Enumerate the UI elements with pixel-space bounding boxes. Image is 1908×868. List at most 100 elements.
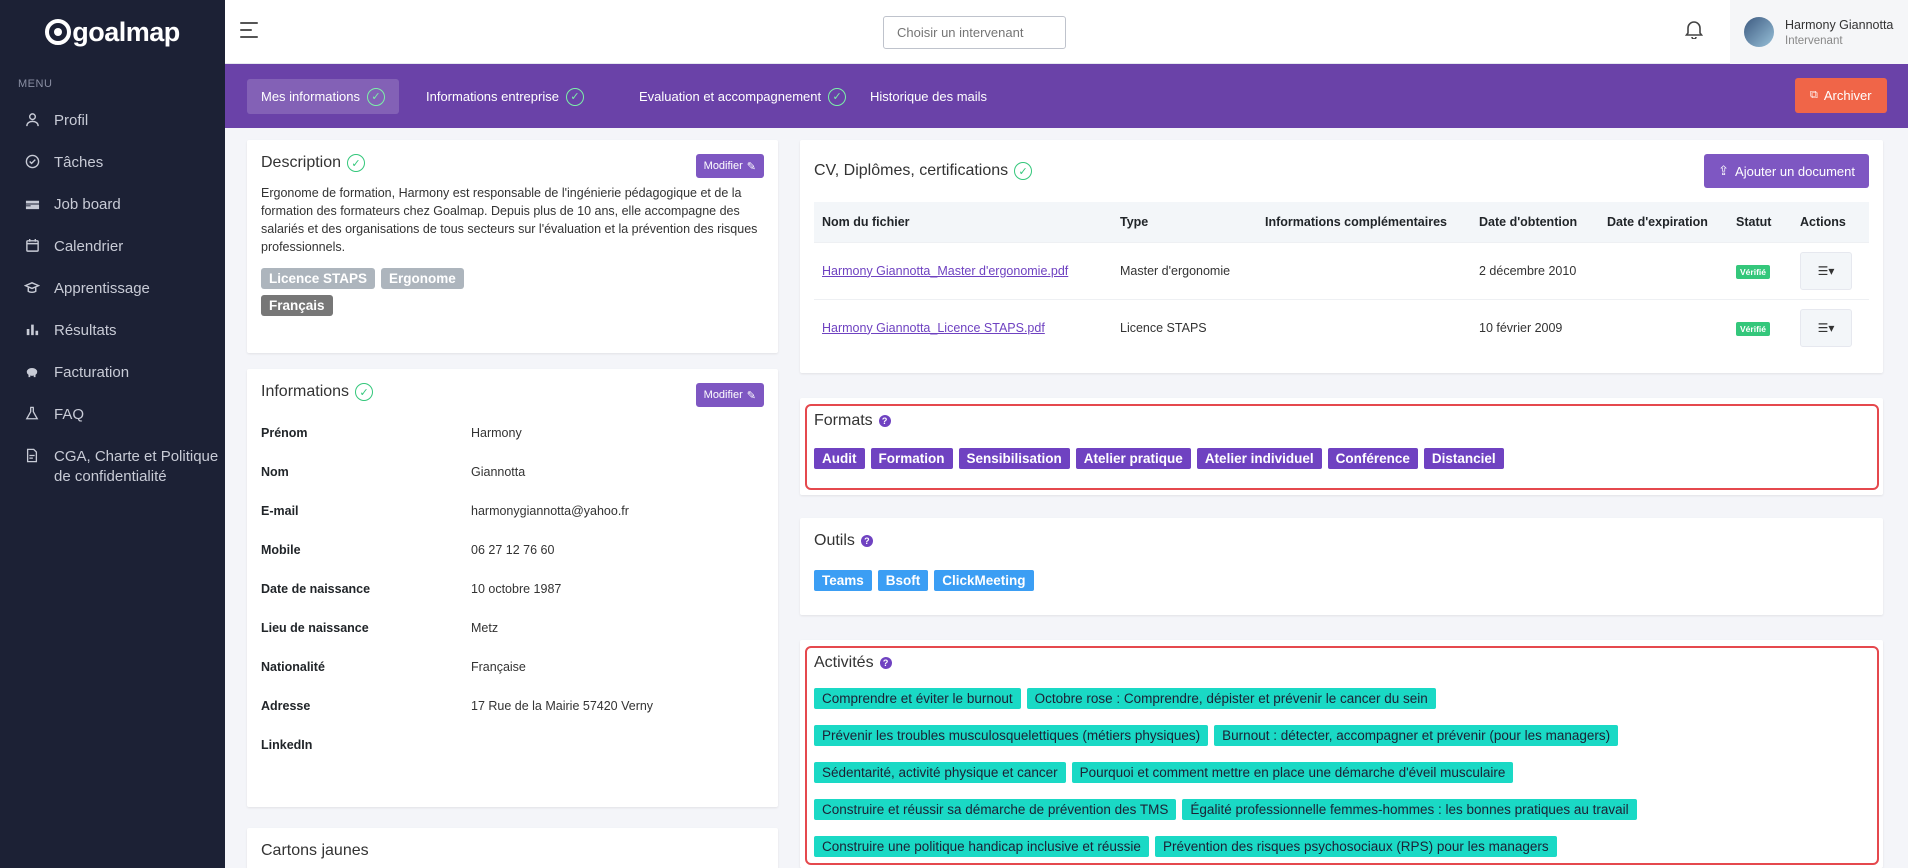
tab-label: Historique des mails bbox=[870, 89, 988, 104]
sidebar-item-label: Job board bbox=[54, 196, 121, 213]
briefcase-icon bbox=[22, 195, 42, 211]
sidebar-item-label: FAQ bbox=[54, 406, 85, 423]
info-value: Metz bbox=[471, 620, 499, 635]
document-type: Licence STAPS bbox=[1112, 298, 1257, 356]
add-document-label: Ajouter un document bbox=[1735, 163, 1855, 179]
help-icon[interactable]: ? bbox=[879, 657, 892, 669]
sidebar-item-profil[interactable]: Profil bbox=[0, 100, 225, 142]
bell-icon[interactable] bbox=[1684, 19, 1704, 45]
card-title-text: CV, Diplômes, certifications bbox=[814, 162, 1009, 179]
sidebar-item-faq[interactable]: FAQ bbox=[0, 394, 225, 436]
info-label: Nom bbox=[261, 464, 289, 479]
sidebar-item-cga[interactable]: CGA, Charte et Politique de confidential… bbox=[0, 436, 225, 498]
sidebar-item-taches[interactable]: Tâches bbox=[0, 142, 225, 184]
sidebar-item-apprentissage[interactable]: Apprentissage bbox=[0, 268, 225, 310]
format-tag: Distanciel bbox=[1423, 448, 1504, 469]
check-icon: ✓ bbox=[1014, 162, 1033, 180]
modify-description-button[interactable]: Modifier ✎ bbox=[695, 154, 764, 178]
activity-tag: Prévention des risques psychosociaux (RP… bbox=[1154, 836, 1557, 857]
activity-row: Construire et réussir sa démarche de pré… bbox=[814, 799, 1869, 836]
search-input[interactable] bbox=[883, 16, 1066, 49]
info-value: harmonygiannotta@yahoo.fr bbox=[471, 503, 629, 518]
language-badge: Français bbox=[261, 295, 333, 316]
goalmap-logo[interactable]: goalmap bbox=[0, 0, 225, 64]
modify-informations-button[interactable]: Modifier ✎ bbox=[695, 383, 764, 407]
tab-label: Mes informations bbox=[261, 89, 360, 104]
tab-historique-mails[interactable]: Historique des mails bbox=[856, 79, 1001, 114]
activites-title: Activités ? bbox=[814, 654, 1869, 672]
pencil-icon: ✎ bbox=[746, 389, 756, 402]
info-label: Date de naissance bbox=[261, 581, 371, 596]
help-icon[interactable]: ? bbox=[860, 535, 873, 547]
info-label: Mobile bbox=[261, 542, 301, 557]
help-icon[interactable]: ? bbox=[878, 415, 891, 427]
sidebar-item-resultats[interactable]: Résultats bbox=[0, 310, 225, 352]
row-actions-button[interactable]: ☰▾ bbox=[1800, 308, 1852, 347]
sidebar-item-label: Facturation bbox=[54, 364, 130, 381]
upload-icon: ⇪ bbox=[1718, 163, 1730, 178]
table-row: Harmony Giannotta_Licence STAPS.pdf Lice… bbox=[814, 298, 1869, 356]
activity-tag: Construire et réussir sa démarche de pré… bbox=[814, 799, 1177, 820]
file-link[interactable]: Harmony Giannotta_Master d'ergonomie.pdf bbox=[822, 264, 1068, 278]
archive-label: Archiver bbox=[1823, 88, 1872, 103]
archive-button[interactable]: ⧉ Archiver bbox=[1795, 78, 1887, 113]
activity-row: Prévenir les troubles musculosquelettiqu… bbox=[814, 725, 1869, 762]
info-row: E-mail harmonygiannotta@yahoo.fr bbox=[261, 491, 764, 530]
menu-title: MENU bbox=[18, 78, 53, 90]
description-text: Ergonome de formation, Harmony est respo… bbox=[261, 186, 758, 254]
graduation-icon bbox=[22, 279, 42, 295]
check-icon: ✓ bbox=[828, 87, 847, 106]
description-card: Description ✓ Modifier ✎ Ergonome de for… bbox=[247, 140, 778, 353]
card-title-text: Informations bbox=[261, 383, 350, 400]
cartons-jaunes-card: Cartons jaunes bbox=[247, 828, 778, 868]
info-row: Mobile 06 27 12 76 60 bbox=[261, 530, 764, 569]
activity-tag: Octobre rose : Comprendre, dépister et p… bbox=[1026, 688, 1436, 709]
sidebar-item-facturation[interactable]: Facturation bbox=[0, 352, 225, 394]
qualification-badges: Licence STAPS Ergonome bbox=[261, 268, 764, 295]
tab-informations-entreprise[interactable]: Informations entreprise ✓ bbox=[412, 79, 598, 114]
info-label: Lieu de naissance bbox=[261, 620, 369, 635]
column-header: Statut bbox=[1736, 214, 1772, 229]
card-title-text: Activités bbox=[814, 654, 874, 671]
outils-card: Outils ? Teams Bsoft ClickMeeting bbox=[800, 518, 1883, 615]
file-link[interactable]: Harmony Giannotta_Licence STAPS.pdf bbox=[822, 321, 1045, 335]
user-menu[interactable]: Harmony Giannotta Intervenant bbox=[1730, 0, 1908, 64]
column-header: Type bbox=[1120, 214, 1149, 229]
informations-card: Informations ✓ Modifier ✎ Prénom Harmony … bbox=[247, 369, 778, 807]
activity-tag: Comprendre et éviter le burnout bbox=[814, 688, 1021, 709]
description-title: Description ✓ bbox=[261, 154, 764, 172]
format-tag: Sensibilisation bbox=[958, 448, 1070, 469]
sidebar-item-job-board[interactable]: Job board bbox=[0, 184, 225, 226]
add-document-button[interactable]: ⇪ Ajouter un document bbox=[1704, 154, 1869, 188]
formats-card: Formats ? Audit Formation Sensibilisation A… bbox=[800, 398, 1883, 495]
sidebar-item-calendrier[interactable]: Calendrier bbox=[0, 226, 225, 268]
info-row: Prénom Harmony bbox=[261, 413, 764, 452]
document-date-expires bbox=[1599, 298, 1728, 356]
document-type: Master d'ergonomie bbox=[1112, 241, 1257, 299]
status-badge: Vérifié bbox=[1736, 264, 1770, 279]
activity-tag: Prévenir les troubles musculosquelettiqu… bbox=[814, 725, 1209, 746]
info-row: Nationalité Française bbox=[261, 647, 764, 686]
info-value: 17 Rue de la Mairie 57420 Verny bbox=[471, 698, 654, 713]
info-label: LinkedIn bbox=[261, 737, 313, 752]
column-header: Actions bbox=[1800, 214, 1846, 229]
modify-label: Modifier bbox=[703, 389, 743, 401]
info-row: LinkedIn bbox=[261, 725, 764, 764]
column-header: Informations complémentaires bbox=[1265, 214, 1447, 229]
bar-chart-icon bbox=[22, 321, 42, 336]
activites-card: Activités ? Comprendre et éviter le burn… bbox=[800, 640, 1883, 868]
user-icon bbox=[22, 111, 42, 127]
cartons-jaunes-title: Cartons jaunes bbox=[261, 842, 369, 859]
table-row: Harmony Giannotta_Master d'ergonomie.pdf… bbox=[814, 241, 1869, 299]
documents-table: Nom du fichier Type Informations complém… bbox=[814, 202, 1869, 356]
tab-evaluation-accompagnement[interactable]: Evaluation et accompagnement ✓ bbox=[625, 79, 860, 114]
row-actions-button[interactable]: ☰▾ bbox=[1800, 251, 1852, 290]
qualification-badge: Licence STAPS bbox=[261, 268, 376, 289]
tab-mes-informations[interactable]: Mes informations ✓ bbox=[247, 79, 399, 114]
user-role: Intervenant bbox=[1785, 34, 1843, 47]
info-value: 06 27 12 76 60 bbox=[471, 542, 555, 557]
info-row: Adresse 17 Rue de la Mairie 57420 Verny bbox=[261, 686, 764, 725]
info-row: Nom Giannotta bbox=[261, 452, 764, 491]
hamburger-menu-icon[interactable] bbox=[240, 22, 258, 43]
informations-list: Prénom Harmony Nom Giannotta E-mail harmony… bbox=[261, 413, 764, 764]
